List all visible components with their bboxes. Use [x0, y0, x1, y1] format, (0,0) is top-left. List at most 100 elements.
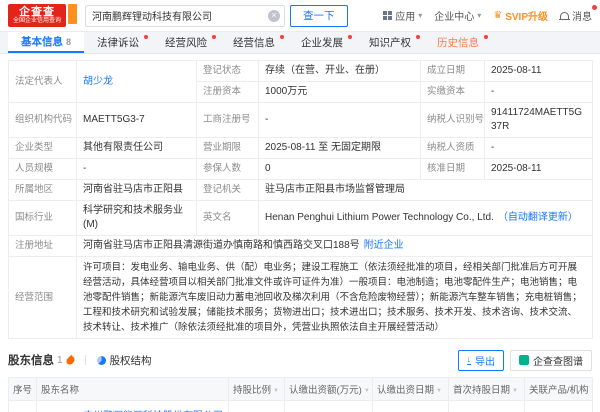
field-text: 登记机关	[203, 184, 241, 195]
notification-badge	[144, 35, 148, 39]
nav-messages[interactable]: 消息	[560, 8, 592, 23]
notification-badge	[592, 5, 597, 10]
field-value: 河南省驻马店市正阳县清源街道办慎南路和慎西路交叉口188号附近企业	[77, 236, 593, 257]
field-text: 成立日期	[427, 65, 465, 76]
notification-badge	[416, 35, 420, 39]
column-header: 认缴出资额(万元)▼	[285, 378, 373, 401]
field-value: 存续（在营、开业、在册）	[259, 61, 421, 82]
basic-info-table: 法定代表人胡少龙登记状态存续（在营、开业、在册）成立日期2025-08-11注册…	[8, 60, 593, 339]
info-row: 人员规模-参保人数0核准日期2025-08-11	[9, 159, 593, 180]
nav-svip-upgrade[interactable]: ♛ SVIP升级	[493, 8, 548, 23]
apps-grid-icon	[383, 11, 392, 20]
field-value: 驻马店市正阳县市场监督管理局	[259, 180, 593, 201]
column-label: 股东名称	[41, 385, 79, 396]
field-text: 核准日期	[427, 163, 465, 174]
tab-business-risk[interactable]: 经营风险	[152, 32, 220, 53]
search-button[interactable]: 查一下	[290, 5, 348, 27]
field-text: 1000万元	[265, 86, 307, 97]
nav-enterprise-center[interactable]: 企业中心 ▾	[434, 8, 481, 23]
field-label: 注册地址	[9, 236, 77, 257]
field-value: 胡少龙	[77, 61, 197, 103]
crown-icon: ♛	[493, 10, 502, 21]
info-row: 法定代表人胡少龙登记状态存续（在营、开业、在册）成立日期2025-08-11	[9, 61, 593, 82]
company-tab-bar: 基本信息8法律诉讼经营风险经营信息企业发展知识产权历史信息	[0, 32, 600, 54]
tab-lawsuits[interactable]: 法律诉讼	[84, 32, 152, 53]
sort-icon[interactable]: ▼	[436, 388, 442, 394]
field-text: -	[491, 142, 494, 153]
field-text: 注册地址	[15, 240, 53, 251]
field-text: 2025-08-11	[491, 163, 541, 174]
tab-basic-info[interactable]: 基本信息8	[8, 32, 84, 53]
field-text: 纳税人识别号	[427, 114, 484, 125]
info-row: 注册地址 河南省驻马店市正阳县清源街道办慎南路和慎西路交叉口188号附近企业	[9, 236, 593, 257]
ratio-cell: 100%	[229, 401, 285, 412]
tab-equity-structure[interactable]: 股权结构	[97, 353, 152, 368]
field-text: MAETT5G3-7	[83, 114, 145, 125]
tab-history[interactable]: 历史信息	[424, 32, 492, 53]
field-text: 91411724MAETT5G37R	[491, 107, 582, 132]
chevron-down-icon: ▾	[418, 11, 422, 20]
equity-structure-label: 股权结构	[110, 353, 152, 368]
extra-link[interactable]: 附近企业	[364, 240, 404, 251]
top-header: 企查查 全国企业信用查询 × 查一下 应用 ▾ 企业中心 ▾ ♛ SVIP升级 …	[0, 0, 600, 32]
field-value: Henan Penghui Lithium Power Technology C…	[259, 201, 593, 236]
shareholder-name-cell: +广州鹏辉能源科技股份有限公司鹏辉能源 (300438.SZ)	[37, 401, 229, 412]
field-text: 河南省驻马店市正阳县清源街道办慎南路和慎西路交叉口188号	[83, 240, 360, 251]
tab-label: 经营风险	[165, 35, 207, 50]
qcc-logo-box: 企查查 全国企业信用查询	[8, 4, 66, 27]
field-label: 经营范围	[9, 257, 77, 339]
tab-business-info[interactable]: 经营信息	[220, 32, 288, 53]
column-header: 序号	[9, 378, 37, 401]
field-text: 人员规模	[15, 163, 53, 174]
shareholder-name-row: +广州鹏辉能源科技股份有限公司鹏辉能源 (300438.SZ)	[41, 407, 224, 412]
nav-apps[interactable]: 应用 ▾	[383, 8, 422, 23]
logo-text: 企查查	[13, 6, 61, 18]
field-label: 所属地区	[9, 180, 77, 201]
export-button[interactable]: ↓ 导出	[458, 350, 505, 371]
field-label: 英文名	[197, 201, 259, 236]
field-text: 企业类型	[15, 142, 53, 153]
subscribe-date-cell: -	[373, 401, 449, 412]
field-text: 国标行业	[15, 212, 53, 223]
field-value: 2025-08-11 至 无固定期限	[259, 138, 421, 159]
shareholders-count: 1	[57, 355, 63, 366]
field-text: 组织机构代码	[15, 114, 72, 125]
download-icon: ↓	[467, 355, 472, 365]
notification-badge	[212, 35, 216, 39]
column-label: 认缴出资额(万元)	[289, 385, 362, 396]
info-row: 企业类型其他有限责任公司营业期限2025-08-11 至 无固定期限纳税人资质-	[9, 138, 593, 159]
field-value: 科学研究和技术服务业 (M)	[77, 201, 197, 236]
clear-search-icon[interactable]: ×	[268, 10, 280, 22]
tab-intellectual-property[interactable]: 知识产权	[356, 32, 424, 53]
shareholder-name-link[interactable]: 广州鹏辉能源科技股份有限公司	[83, 407, 223, 412]
export-label: 导出	[475, 353, 495, 368]
info-row: 经营范围许可项目：发电业务、输电业务、供（配）电业务；建设工程施工（依法须经批准…	[9, 257, 593, 339]
column-label: 持股比例	[233, 385, 271, 396]
search-input[interactable]	[85, 5, 285, 27]
field-label: 核准日期	[421, 159, 485, 180]
field-value: 许可项目：发电业务、输电业务、供（配）电业务；建设工程施工（依法须经批准的项目，…	[77, 257, 593, 339]
field-text: 工商注册号	[203, 114, 251, 125]
sort-icon[interactable]: ▼	[273, 388, 279, 394]
info-row: 组织机构代码 MAETT5G3-7 工商注册号 - 纳税人识别号 91411724MAET…	[9, 103, 593, 138]
tab-label: 历史信息	[437, 35, 479, 50]
field-link[interactable]: 胡少龙	[83, 76, 113, 87]
qcc-graph-button[interactable]: 企查查图谱	[510, 350, 592, 371]
sort-icon[interactable]: ▼	[512, 388, 518, 394]
extra-link[interactable]: （自动翻译更新）	[498, 212, 578, 223]
tab-development[interactable]: 企业发展	[288, 32, 356, 53]
column-label: 序号	[13, 385, 32, 396]
nav-enterprise-label: 企业中心	[434, 8, 474, 23]
qcc-logo[interactable]: 企查查 全国企业信用查询	[8, 4, 77, 27]
field-value: -	[259, 103, 421, 138]
field-value: 91411724MAETT5G37R	[485, 103, 593, 138]
bell-icon	[560, 12, 569, 20]
field-value: -	[485, 82, 593, 103]
field-text: -	[491, 86, 494, 97]
tab-shareholders[interactable]: 股东信息	[8, 352, 54, 368]
field-value: 2025-08-11	[485, 159, 593, 180]
info-row: 所属地区河南省驻马店市正阳县登记机关驻马店市正阳县市场监督管理局	[9, 180, 593, 201]
field-text: -	[265, 114, 268, 125]
sort-icon[interactable]: ▼	[364, 388, 370, 394]
amount-cell: 1000	[285, 401, 373, 412]
